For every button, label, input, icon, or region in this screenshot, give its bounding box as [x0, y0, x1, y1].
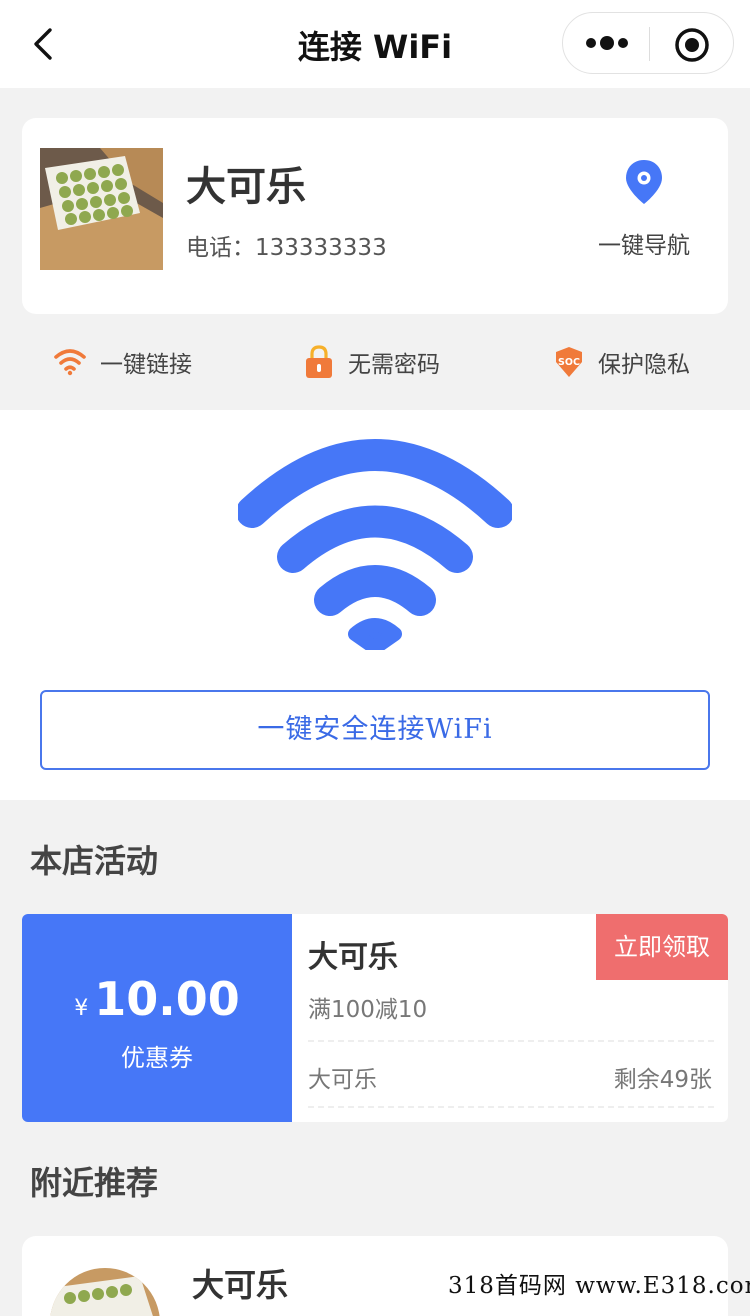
- location-pin-icon: [626, 160, 662, 204]
- store-phone: 电话：133333333: [186, 228, 387, 262]
- wifi-connect-panel: 一键安全连接WiFi: [0, 410, 750, 800]
- capsule-divider: [649, 27, 650, 61]
- phone-label: 电话：: [186, 235, 255, 261]
- store-card: 大可乐 电话：133333333 一键导航: [22, 118, 728, 314]
- navigation-bar: 连接 WiFi: [0, 0, 750, 88]
- coupon-amount-value: 10.00: [94, 972, 240, 1026]
- soc-shield-icon: SOC: [556, 347, 582, 377]
- coupon-type: 优惠券: [121, 1044, 193, 1072]
- connect-wifi-button[interactable]: 一键安全连接WiFi: [40, 690, 710, 770]
- nearby-title: 附近推荐: [30, 1164, 159, 1202]
- coupon-value-panel: ¥10.00 优惠券: [22, 914, 292, 1122]
- mini-program-capsule: [562, 12, 734, 74]
- feature-label: 保护隐私: [598, 352, 690, 378]
- coupon-remaining: 剩余49张: [613, 1067, 712, 1093]
- feature-privacy: SOC 保护隐私: [554, 344, 690, 380]
- soc-icon-text: SOC: [558, 357, 580, 368]
- coupon-divider: [308, 1040, 714, 1042]
- feature-label: 无需密码: [348, 352, 440, 378]
- nearby-item-name: 大可乐: [192, 1266, 289, 1304]
- feature-row: 一键链接 无需密码 SOC 保护隐私: [0, 330, 750, 394]
- claim-coupon-button[interactable]: 立即领取: [596, 914, 728, 980]
- navigate-label: 一键导航: [598, 233, 690, 259]
- store-name: 大可乐: [186, 164, 306, 210]
- phone-number[interactable]: 133333333: [255, 235, 387, 261]
- close-target-icon[interactable]: [673, 26, 711, 64]
- coupon-name: 大可乐: [308, 940, 398, 975]
- coupon-amount: ¥10.00: [22, 972, 292, 1026]
- coupon-divider: [308, 1106, 714, 1108]
- large-wifi-icon: [238, 439, 512, 650]
- feature-no-password: 无需密码: [304, 344, 440, 380]
- navigate-button[interactable]: 一键导航: [584, 158, 704, 260]
- activities-title: 本店活动: [30, 842, 159, 880]
- more-options-icon[interactable]: [583, 31, 631, 55]
- store-thumbnail: [40, 148, 163, 270]
- coupon-card: ¥10.00 优惠券 大可乐 满100减10 大可乐 剩余49张 立即领取: [22, 914, 728, 1122]
- currency-symbol: ¥: [74, 996, 89, 1021]
- lock-icon: [306, 345, 332, 378]
- feature-one-click: 一键链接: [54, 344, 192, 380]
- site-watermark: 318首码网 www.E318.com: [448, 1273, 750, 1299]
- wifi-icon: [54, 349, 86, 376]
- coupon-rule: 满100减10: [308, 997, 428, 1023]
- nearby-item-thumbnail: [50, 1268, 160, 1316]
- feature-label: 一键链接: [100, 352, 192, 378]
- coupon-shop: 大可乐: [308, 1067, 377, 1093]
